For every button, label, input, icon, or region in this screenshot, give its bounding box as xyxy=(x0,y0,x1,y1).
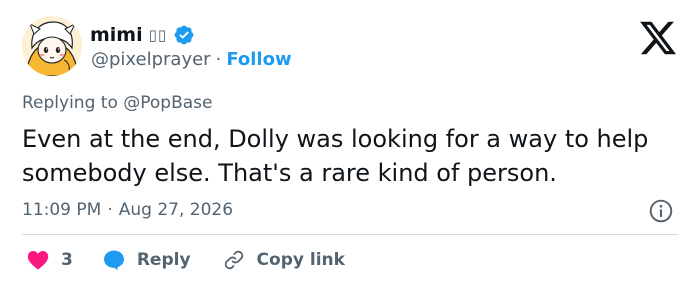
handle-row: @pixelprayer · Follow xyxy=(91,46,292,72)
like-count: 3 xyxy=(61,250,73,270)
avatar-image xyxy=(22,16,82,76)
name-suffix: ▯▯ xyxy=(148,26,168,44)
divider xyxy=(22,234,678,235)
reply-button[interactable]: Reply xyxy=(101,248,191,272)
copy-link-label: Copy link xyxy=(256,250,345,270)
follow-button[interactable]: Follow xyxy=(226,49,291,70)
avatar[interactable] xyxy=(22,16,82,76)
link-icon xyxy=(224,250,243,270)
reply-mention-link[interactable]: @PopBase xyxy=(123,93,212,113)
tweet-date: Aug 27, 2026 xyxy=(118,200,234,220)
handle-separator: · xyxy=(215,48,222,70)
action-bar: 3 Reply Copy link xyxy=(22,244,345,276)
reply-label: Reply xyxy=(136,250,191,270)
author-name-row: mimi ▯▯ xyxy=(90,22,195,48)
tweet-time: 11:09 PM xyxy=(22,200,102,220)
timestamp[interactable]: 11:09 PM · Aug 27, 2026 xyxy=(22,198,233,222)
timestamp-separator: · xyxy=(107,200,113,220)
x-logo-icon[interactable] xyxy=(638,18,678,58)
reply-context: Replying to @PopBase xyxy=(22,93,212,113)
tweet-card: mimi ▯▯ @pixelprayer · Follow Replying t… xyxy=(0,0,700,287)
reply-bubble-icon xyxy=(103,250,124,271)
author-handle[interactable]: @pixelprayer xyxy=(91,49,211,70)
reply-context-prefix: Replying to xyxy=(22,93,118,113)
heart-icon xyxy=(27,251,49,270)
info-icon[interactable] xyxy=(648,198,674,224)
copy-link-button[interactable]: Copy link xyxy=(221,248,345,272)
tweet-text: Even at the end, Dolly was looking for a… xyxy=(22,125,649,187)
like-button[interactable]: 3 xyxy=(25,248,73,272)
verified-badge-icon xyxy=(174,25,194,45)
display-name[interactable]: mimi xyxy=(90,24,143,46)
